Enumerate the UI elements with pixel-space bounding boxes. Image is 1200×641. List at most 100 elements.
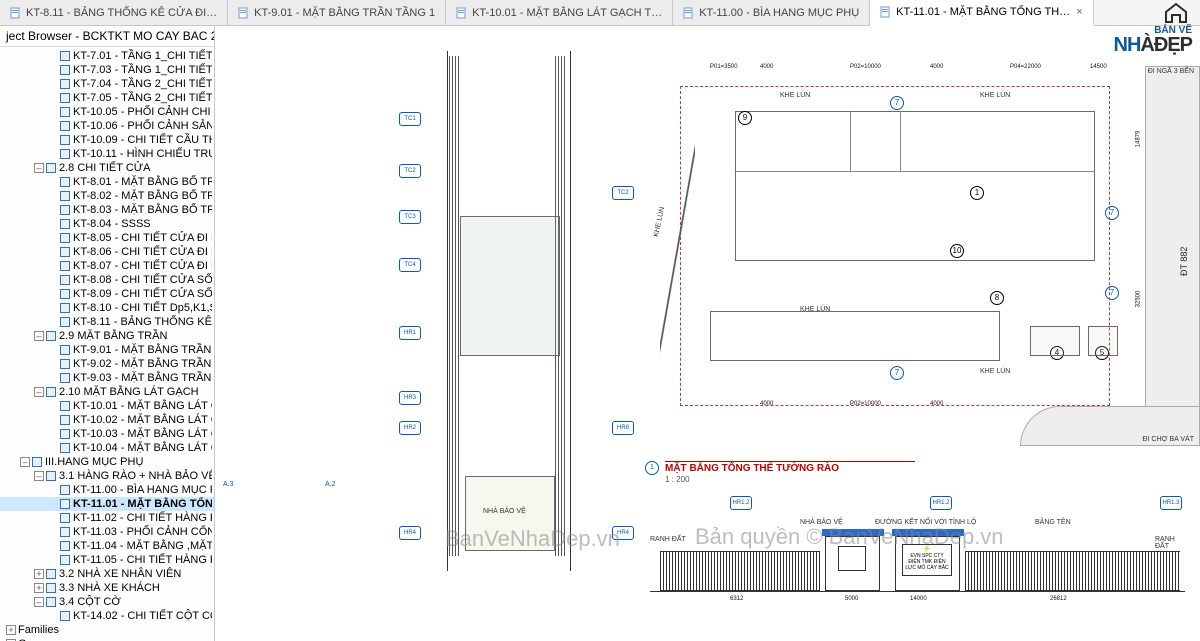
tree-item[interactable]: KT-11.02 - CHI TIẾT HÀNG RÀO TRỤ xyxy=(0,511,214,525)
tree-label: KT-9.01 - MẶT BẰNG TRẦN TẦNG 1 xyxy=(73,343,212,357)
plan-nha-bao-ve-label: NHÀ BẢO VỆ xyxy=(483,508,526,515)
tab-label: KT-10.01 - MẶT BẰNG LÁT GẠCH T… xyxy=(472,7,662,19)
expander-icon[interactable]: + xyxy=(34,569,44,579)
sheet-icon xyxy=(238,7,250,19)
tree-item[interactable]: +3.2 NHÀ XE NHÂN VIÊN xyxy=(0,567,214,581)
tree-item[interactable]: KT-10.06 - PHỐI CẢNH SẢNH KHU C xyxy=(0,119,214,133)
expander-icon[interactable]: + xyxy=(6,625,16,635)
sheet-icon xyxy=(46,583,56,593)
tree-item[interactable]: KT-8.03 - MẶT BẰNG BỐ TRÍ CỬA TẦ xyxy=(0,203,214,217)
tree-item[interactable]: KT-10.11 - HÌNH CHIẾU TRỤC ĐO KH xyxy=(0,147,214,161)
tree-label: KT-11.05 - CHI TIẾT HÀNG RÀO PHO xyxy=(73,553,212,567)
project-browser-tree[interactable]: KT-7.01 - TẦNG 1_CHI TIẾT KIẾN TRÚKT-7.0… xyxy=(0,47,214,641)
sheet-icon xyxy=(60,373,70,383)
tree-item[interactable]: KT-11.05 - CHI TIẾT HÀNG RÀO PHO xyxy=(0,553,214,567)
tree-label: KT-8.07 - CHI TIẾT CỬA ĐI Dk1,Dk2,I xyxy=(73,259,212,273)
tree-label: KT-10.06 - PHỐI CẢNH SẢNH KHU C xyxy=(73,119,212,133)
sheet-icon xyxy=(60,65,70,75)
close-icon[interactable]: × xyxy=(1076,6,1082,18)
sheet-icon xyxy=(46,163,56,173)
tree-item[interactable]: KT-10.03 - MẶT BẰNG LÁT GẠCH TẦ xyxy=(0,427,214,441)
project-browser-title: ject Browser - BCKTKT MO CAY BAC 21.12 xyxy=(0,26,214,47)
tree-item[interactable]: KT-11.01 - MẶT BẰNG TỔNG THỂ xyxy=(0,497,214,511)
expander-icon[interactable]: – xyxy=(34,331,44,341)
tree-item[interactable]: +Families xyxy=(0,623,214,637)
sheet-icon xyxy=(60,289,70,299)
expander-icon[interactable]: – xyxy=(34,597,44,607)
tab-3[interactable]: KT-11.00 - BÌA HANG MỤC PHỤ xyxy=(673,0,870,25)
tree-label: KT-10.11 - HÌNH CHIẾU TRỤC ĐO KH xyxy=(73,147,212,161)
tree-label: KT-8.10 - CHI TIẾT Dp5,K1,S10,LG1,I xyxy=(73,301,212,315)
expander-icon[interactable]: – xyxy=(34,387,44,397)
tree-item[interactable]: –III.HANG MỤC PHỤ xyxy=(0,455,214,469)
tree-item[interactable]: – 2.10 MẶT BẰNG LÁT GẠCH xyxy=(0,385,214,399)
tree-item[interactable]: KT-9.02 - MẶT BẰNG TRẦN TẦNG 2 xyxy=(0,357,214,371)
tag-tc4: TC4 xyxy=(399,258,421,272)
expander-icon[interactable]: – xyxy=(34,471,44,481)
tree-item[interactable]: KT-10.04 - MẶT BẰNG LÁT GẠCH SÂ xyxy=(0,441,214,455)
tag-tc2-r: TC2 xyxy=(612,186,634,200)
drawing-canvas[interactable]: NHÀ BẢO VỆ TC1 TC2 TC3 TC4 HR1 HR3 HR2 H… xyxy=(215,26,1200,641)
tab-4[interactable]: KT-11.01 - MẶT BẰNG TỔNG TH…× xyxy=(870,0,1093,26)
tree-item[interactable]: –2.8 CHI TIẾT CỬA xyxy=(0,161,214,175)
sheet-icon xyxy=(60,513,70,523)
tree-item[interactable]: KT-8.05 - CHI TIẾT CỬA ĐI D1,D2,D3 xyxy=(0,231,214,245)
sheet-icon xyxy=(60,415,70,425)
tree-item[interactable]: KT-8.11 - BẢNG THỐNG KÊ CỬA ĐI,C xyxy=(0,315,214,329)
tree-item[interactable]: –2.9 MẶT BẰNG TRẦN xyxy=(0,329,214,343)
tree-label: KT-10.09 - CHI TIẾT CẦU THANG TẦ xyxy=(73,133,212,147)
expander-icon[interactable]: + xyxy=(34,583,44,593)
tree-item[interactable]: KT-7.04 - TẦNG 2_CHI TIẾT KIẾN TRÚ xyxy=(0,77,214,91)
tree-item[interactable]: KT-7.03 - TẦNG 1_CHI TIẾT KIẾN TRÚ xyxy=(0,63,214,77)
tree-label: KT-11.01 - MẶT BẰNG TỔNG THỂ xyxy=(73,497,212,511)
section-head-a3: A.3 xyxy=(223,481,234,488)
tree-item[interactable]: KT-8.04 - SSSS xyxy=(0,217,214,231)
tree-item[interactable]: KT-8.08 - CHI TIẾT CỬA SỐ S1,2,3,4 xyxy=(0,273,214,287)
view-scale-1: 1 : 200 xyxy=(665,475,689,484)
tree-item[interactable]: KT-11.03 - PHỐI CẢNH CỔNG CHÍN xyxy=(0,525,214,539)
sheet-icon xyxy=(60,317,70,327)
road-dt-label: ĐT 882 xyxy=(1179,247,1189,276)
tree-item[interactable]: KT-8.07 - CHI TIẾT CỬA ĐI Dk1,Dk2,I xyxy=(0,259,214,273)
tree-item[interactable]: KT-11.00 - BÌA HANG MỤC PHỤ xyxy=(0,483,214,497)
tree-item[interactable]: KT-10.09 - CHI TIẾT CẦU THANG TẦ xyxy=(0,133,214,147)
tree-item[interactable]: KT-8.01 - MẶT BẰNG BỐ TRÍ CỬA TẦ xyxy=(0,175,214,189)
tree-item[interactable]: +Groups xyxy=(0,637,214,641)
sheet-icon xyxy=(60,359,70,369)
tree-item[interactable]: KT-11.04 - MẶT BẰNG ,MẶT CẮT NH xyxy=(0,539,214,553)
sheet-icon xyxy=(32,457,42,467)
tree-item[interactable]: KT-9.01 - MẶT BẰNG TRẦN TẦNG 1 xyxy=(0,343,214,357)
tree-item[interactable]: KT-9.03 - MẶT BẰNG TRẦN TẦNG 3 xyxy=(0,371,214,385)
tree-item[interactable]: KT-8.09 - CHI TIẾT CỬA SỐ S5,6,7,8,9 xyxy=(0,287,214,301)
road-label-south: ĐI CHỢ BA VÁT xyxy=(1142,436,1194,443)
tree-label: KT-9.03 - MẶT BẰNG TRẦN TẦNG 3 xyxy=(73,371,212,385)
tree-item[interactable]: KT-10.01 - MẶT BẰNG LÁT GẠCH TẦ xyxy=(0,399,214,413)
tree-item[interactable]: –3.1 HÀNG RÀO + NHÀ BẢO VỆ xyxy=(0,469,214,483)
tree-item[interactable]: KT-8.06 - CHI TIẾT CỬA ĐI Dp1,Dp2,I xyxy=(0,245,214,259)
tab-2[interactable]: KT-10.01 - MẶT BẰNG LÁT GẠCH T… xyxy=(446,0,673,25)
tab-0[interactable]: KT-8.11 - BẢNG THỐNG KÊ CỬA ĐI… xyxy=(0,0,228,25)
tree-item[interactable]: KT-8.02 - MẶT BẰNG BỐ TRÍ CỬA TẦ xyxy=(0,189,214,203)
tree-label: 3.2 NHÀ XE NHÂN VIÊN xyxy=(59,567,181,581)
sheet-icon xyxy=(60,177,70,187)
expander-icon[interactable]: – xyxy=(20,457,30,467)
tree-item[interactable]: KT-7.01 - TẦNG 1_CHI TIẾT KIẾN TRÚ xyxy=(0,49,214,63)
tree-item[interactable]: +3.3 NHÀ XE KHÁCH xyxy=(0,581,214,595)
tree-label: KT-11.00 - BÌA HANG MỤC PHỤ xyxy=(73,483,212,497)
tree-item[interactable]: KT-10.05 - PHỐI CẢNH CHI TIẾT MÁ xyxy=(0,105,214,119)
tree-item[interactable]: KT-7.05 - TẦNG 2_CHI TIẾT KIẾN TRÚ xyxy=(0,91,214,105)
sheet-icon xyxy=(60,499,70,509)
tree-item[interactable]: KT-10.02 - MẶT BẰNG LÁT GẠCH TẦ xyxy=(0,413,214,427)
sheet-icon xyxy=(60,205,70,215)
tree-label: KT-7.04 - TẦNG 2_CHI TIẾT KIẾN TRÚ xyxy=(73,77,212,91)
sheet-icon xyxy=(880,6,892,18)
sheet-icon xyxy=(60,93,70,103)
expander-icon[interactable]: – xyxy=(34,163,44,173)
tree-item[interactable]: –3.4 CỘT CỜ xyxy=(0,595,214,609)
tree-item[interactable]: KT-14.02 - CHI TIẾT CỘT CỜ xyxy=(0,609,214,623)
tab-1[interactable]: KT-9.01 - MẶT BẰNG TRẦN TẦNG 1 xyxy=(228,0,446,25)
tree-label: 2.10 MẶT BẰNG LÁT GẠCH xyxy=(59,385,199,399)
tree-item[interactable]: KT-8.10 - CHI TIẾT Dp5,K1,S10,LG1,I xyxy=(0,301,214,315)
sheet-icon xyxy=(60,233,70,243)
tree-label: KT-14.02 - CHI TIẾT CỘT CỜ xyxy=(73,609,212,623)
